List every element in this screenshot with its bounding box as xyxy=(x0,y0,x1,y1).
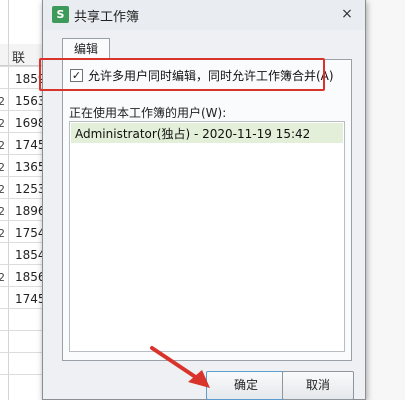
row-mark: 2 xyxy=(0,227,5,240)
row-mark: 2 xyxy=(0,95,5,108)
row-mark: 2 xyxy=(0,205,5,218)
edit-tab-panel: ✓ 允许多用户同时编辑，同时允许工作簿合并(A) 正在使用本工作簿的用户(W):… xyxy=(62,59,352,361)
row-mark: 2 xyxy=(0,161,5,174)
close-button[interactable]: × xyxy=(337,4,357,24)
column-header-label: 联 xyxy=(12,51,26,66)
highlight-box xyxy=(39,58,325,91)
row-mark: 2 xyxy=(0,117,5,130)
row-mark: 2 xyxy=(0,139,5,152)
tab-edit[interactable]: 编辑 xyxy=(62,38,110,60)
current-users-label: 正在使用本工作簿的用户(W): xyxy=(69,106,227,120)
ok-button[interactable]: 确定 xyxy=(206,371,286,400)
user-entry-text: Administrator(独占) - 2020-11-19 15:42 xyxy=(75,127,311,141)
wps-app-icon: S xyxy=(52,6,69,23)
red-arrow-annotation xyxy=(150,346,210,388)
grid-line xyxy=(8,0,9,400)
dialog-titlebar[interactable]: S 共享工作簿 × xyxy=(43,0,365,30)
row-mark: 2 xyxy=(0,271,5,284)
list-item[interactable]: Administrator(独占) - 2020-11-19 15:42 xyxy=(71,123,343,143)
right-scroll-area xyxy=(365,0,405,400)
row-mark: 2 xyxy=(0,183,5,196)
cancel-button[interactable]: 取消 xyxy=(282,371,354,400)
current-users-list[interactable]: Administrator(独占) - 2020-11-19 15:42 xyxy=(69,121,345,352)
dialog-title: 共享工作簿 xyxy=(74,10,140,25)
